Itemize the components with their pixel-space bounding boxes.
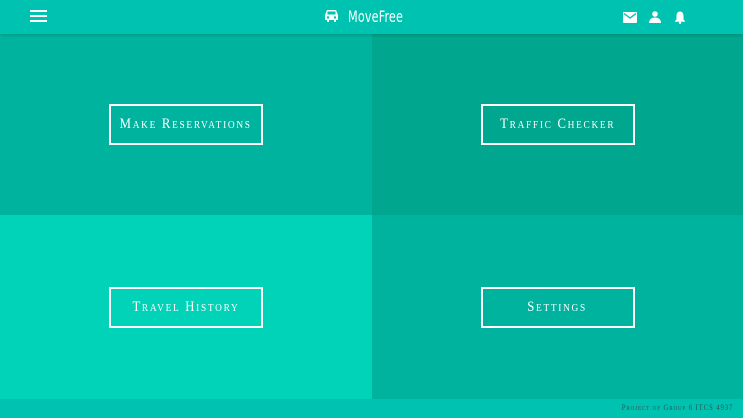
footer: Project of Group 6 ITCS 4937 [0, 399, 743, 418]
make-reservations-button[interactable]: Make Reservations [109, 104, 263, 145]
tile-reservations: Make Reservations [0, 34, 372, 215]
travel-history-button[interactable]: Travel History [109, 286, 263, 328]
person-icon[interactable] [647, 9, 663, 25]
brand-name: MoveFree [348, 7, 404, 26]
traffic-checker-button[interactable]: Traffic Checker [480, 104, 635, 145]
top-bar: MoveFree [0, 0, 743, 34]
bell-icon[interactable] [672, 9, 688, 25]
tile-history: Travel History [0, 215, 372, 399]
settings-button[interactable]: Settings [480, 286, 635, 328]
mail-icon[interactable] [622, 9, 638, 25]
car-icon [324, 7, 339, 26]
menu-grid: Make Reservations Traffic Checker Travel… [0, 34, 743, 399]
footer-credit: Project of Group 6 ITCS 4937 [621, 403, 733, 412]
tile-traffic: Traffic Checker [372, 34, 743, 215]
tile-settings: Settings [372, 215, 743, 399]
